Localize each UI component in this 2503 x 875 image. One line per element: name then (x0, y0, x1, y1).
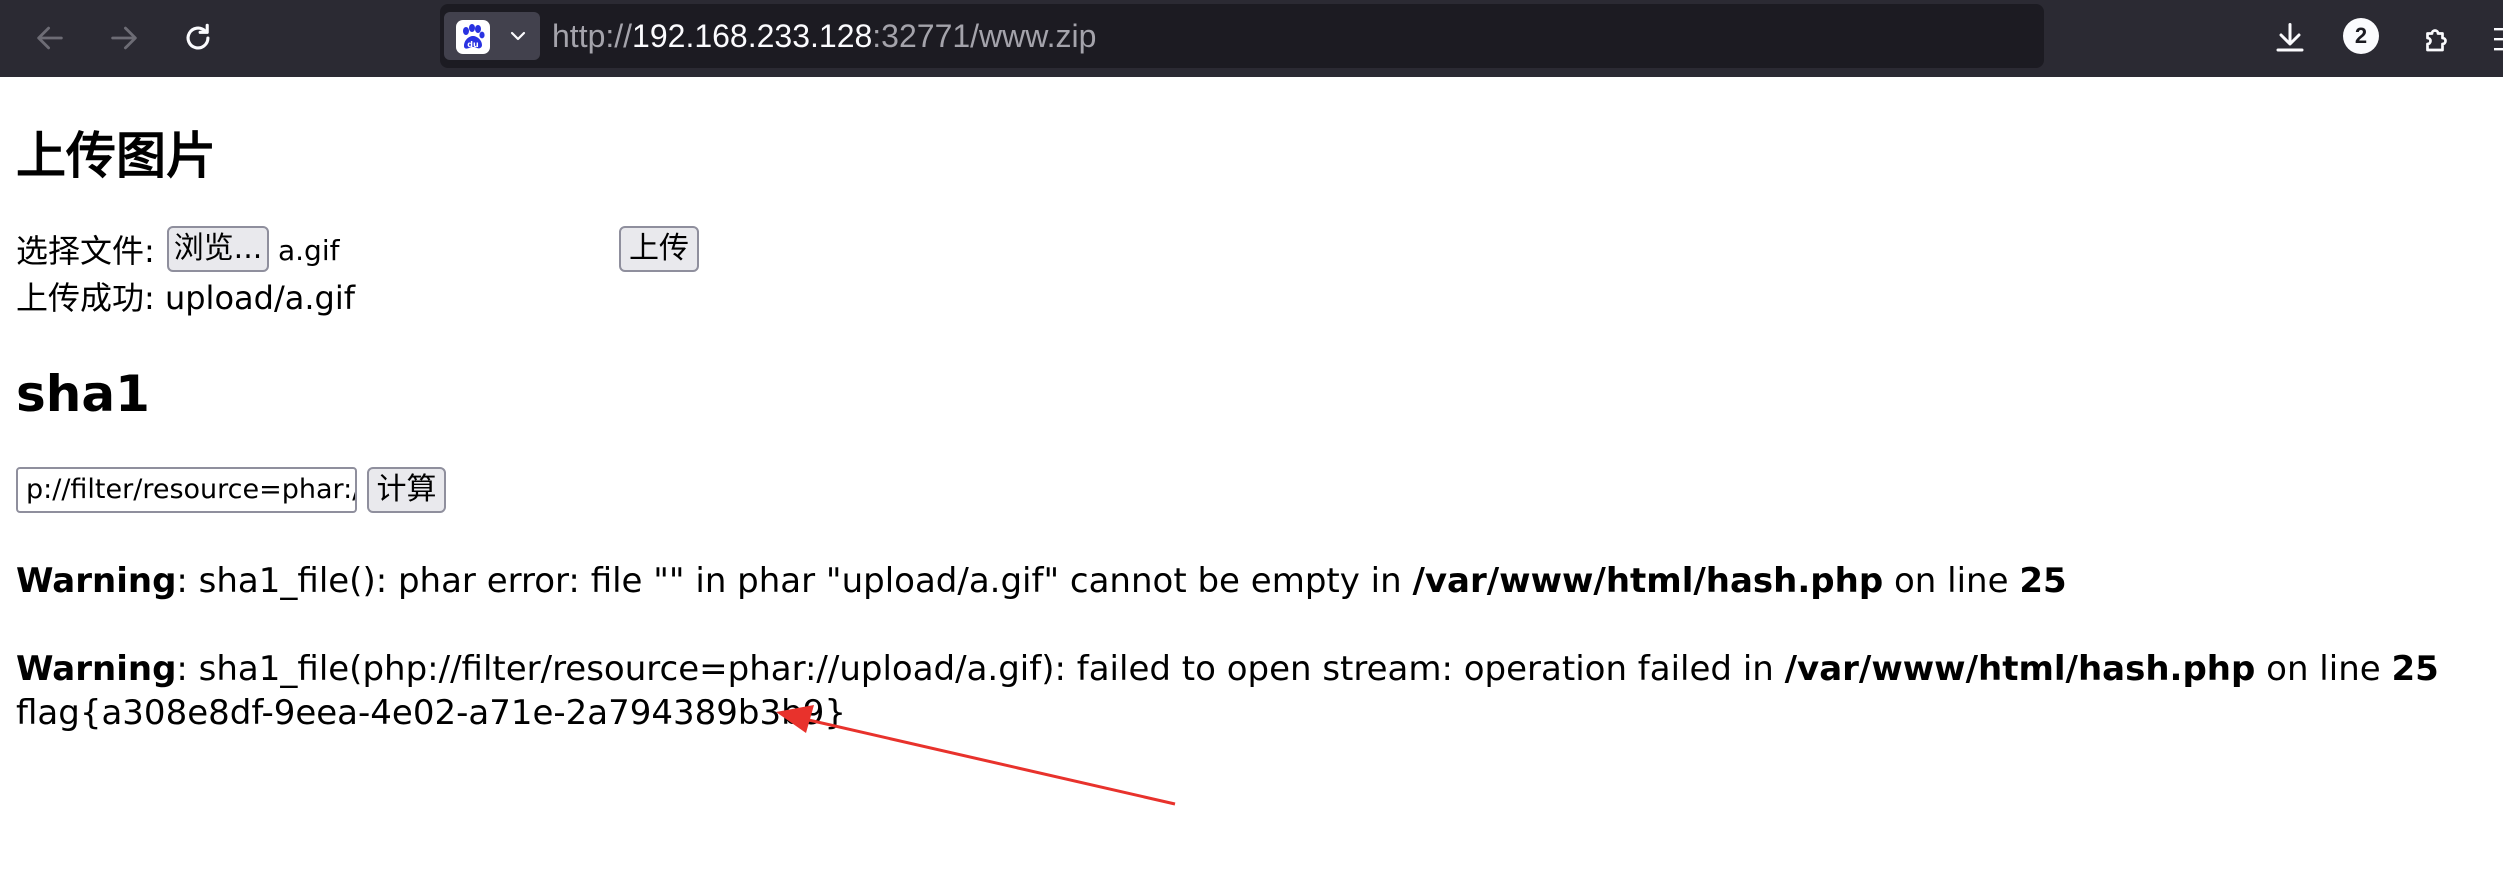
warning-line-text: on line (1883, 561, 2020, 601)
download-count-badge[interactable]: 2 (2343, 18, 2379, 54)
site-info-button[interactable]: du (444, 12, 540, 60)
address-bar[interactable]: du http://192.168.233.128:32771/www.zip (440, 4, 2044, 68)
hamburger-menu-icon[interactable] (2490, 24, 2503, 54)
sha1-input[interactable]: p://filter/resource=phar:// (16, 467, 357, 513)
warning-line-text: on line (2255, 649, 2392, 689)
warning-message-1: Warning: sha1_file(): phar error: file "… (16, 559, 2067, 603)
page-content: 上传图片 选择文件: 浏览... a.gif 上传 上传成功: upload/a… (0, 77, 2503, 875)
arrow-right-icon (111, 26, 137, 50)
downloads-button[interactable] (2266, 14, 2314, 62)
url-scheme: http:// (552, 18, 633, 54)
arrow-left-icon (37, 26, 63, 50)
download-icon (2276, 23, 2304, 52)
extensions-button[interactable] (2414, 14, 2462, 62)
warning-text: : sha1_file(php://filter/resource=phar:/… (176, 649, 1785, 689)
baidu-paw-icon: du (456, 20, 490, 54)
warning-path: /var/www/html/hash.php (1784, 649, 2256, 689)
url-path: :32771/www.zip (872, 18, 1097, 54)
upload-heading: 上传图片 (16, 127, 216, 185)
chevron-down-icon (510, 31, 526, 41)
upload-button[interactable]: 上传 (619, 226, 699, 272)
warning-path: /var/www/html/hash.php (1412, 561, 1884, 601)
warning-line-number: 25 (2019, 561, 2067, 601)
warning-line-number: 25 (2391, 649, 2439, 689)
selected-file-name: a.gif (278, 234, 340, 267)
warning-text: : sha1_file(): phar error: file "" in ph… (176, 561, 1413, 601)
upload-success-text: 上传成功: upload/a.gif (16, 279, 355, 317)
calculate-button[interactable]: 计算 (367, 467, 446, 513)
url-host: 192.168.233.128 (632, 18, 873, 54)
browse-button[interactable]: 浏览... (167, 226, 269, 272)
warning-label: Warning (16, 649, 177, 689)
warning-message-2: Warning: sha1_file(php://filter/resource… (16, 647, 2439, 691)
flag-text: flag{a308e8df-9eea-4e02-a71e-2a794389b3b… (16, 693, 846, 733)
choose-file-label: 选择文件: (16, 232, 155, 270)
back-button[interactable] (26, 14, 74, 62)
reload-icon (186, 23, 210, 50)
url-text[interactable]: http://192.168.233.128:32771/www.zip (552, 16, 1096, 56)
svg-text:du: du (467, 40, 479, 49)
browser-toolbar: du http://192.168.233.128:32771/www.zip … (0, 0, 2503, 77)
warning-label: Warning (16, 561, 177, 601)
sha1-heading: sha1 (16, 365, 150, 423)
reload-button[interactable] (174, 14, 222, 62)
puzzle-icon (2426, 29, 2447, 52)
forward-button[interactable] (100, 14, 148, 62)
